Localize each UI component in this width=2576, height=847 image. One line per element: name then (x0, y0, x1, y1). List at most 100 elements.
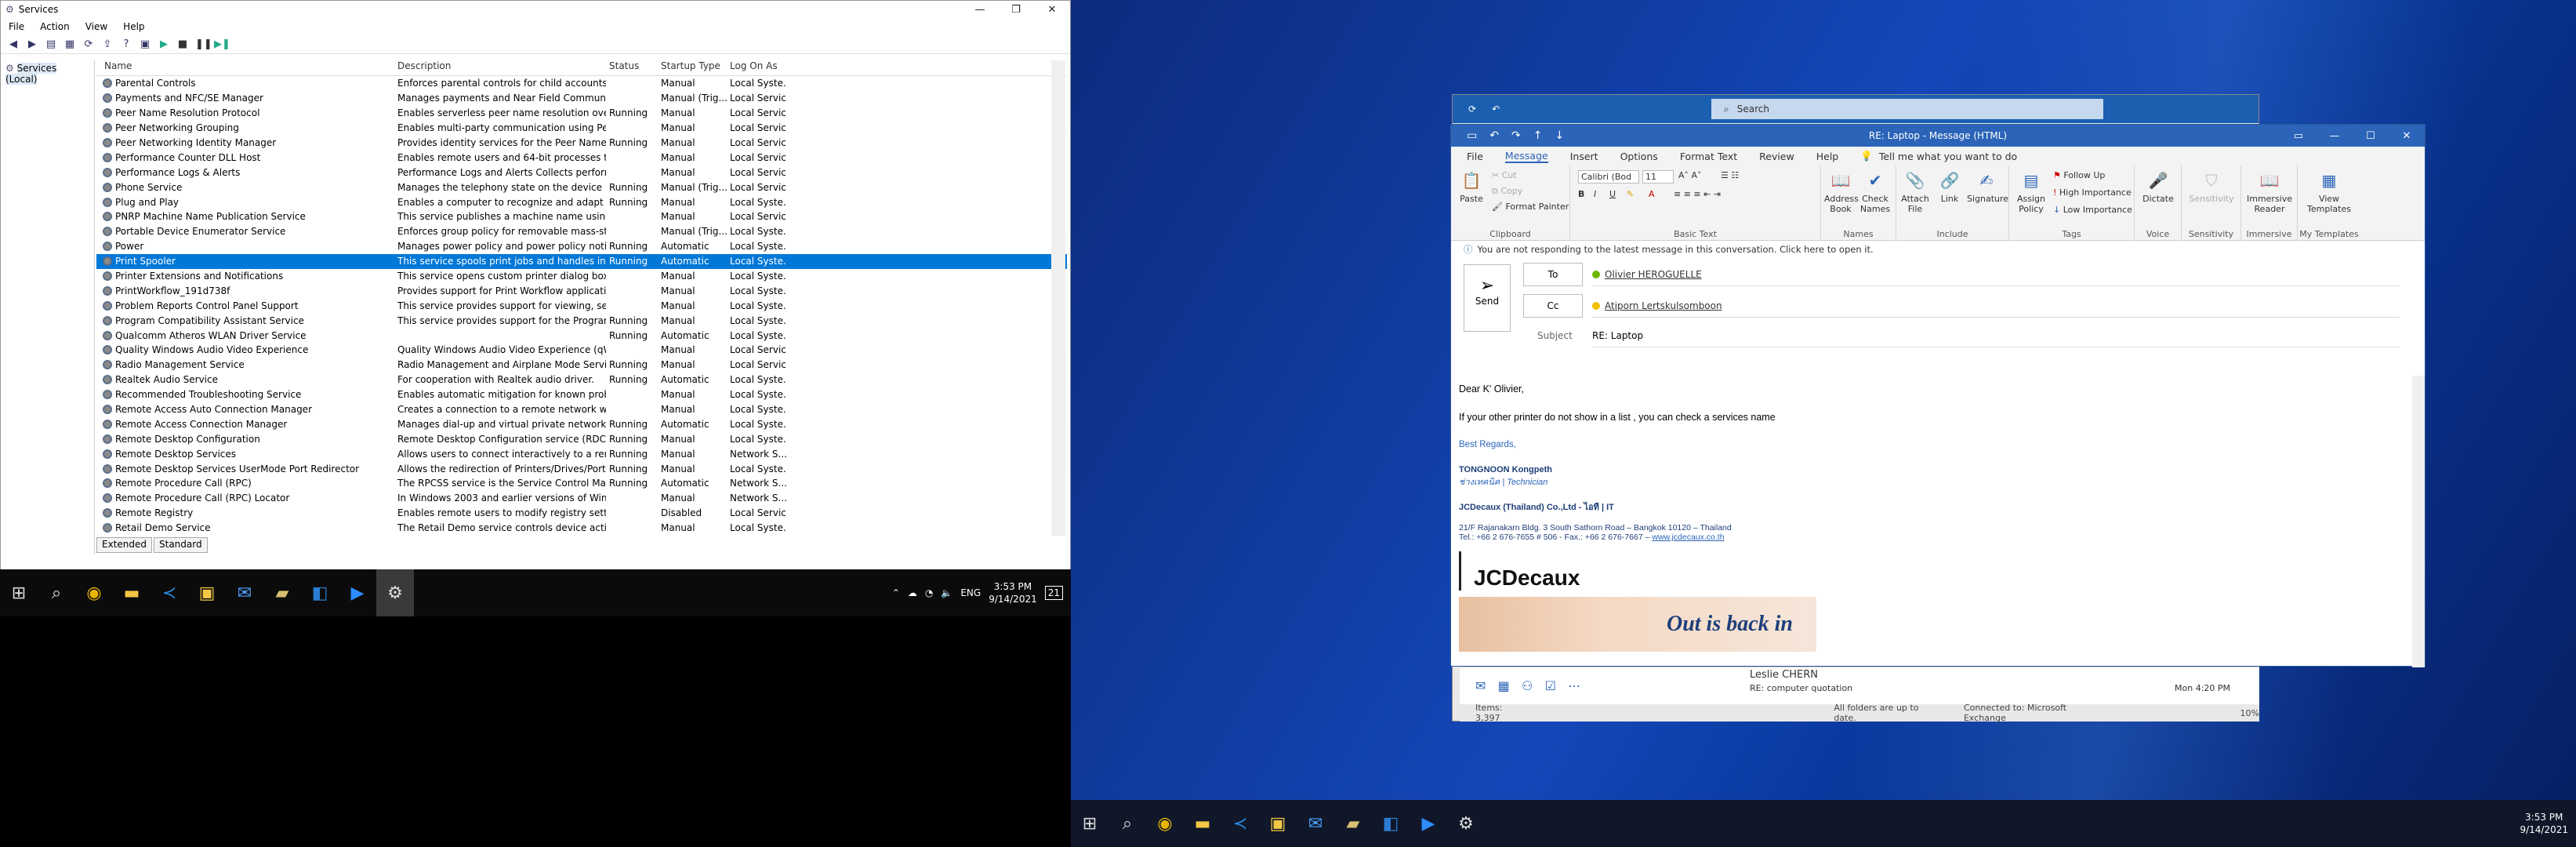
high-importance-button[interactable]: ! High Importance (2053, 187, 2132, 198)
table-row[interactable]: Quality Windows Audio Video Experience Qu… (96, 343, 1067, 358)
services-taskbar-icon[interactable]: ⚙ (1447, 800, 1485, 847)
table-row[interactable]: Payments and NFC/SE Manager Manages payme… (96, 91, 1067, 106)
cc-field[interactable]: Atiporn Lertskulsomboon (1592, 294, 2400, 318)
tab-message[interactable]: Message (1504, 150, 1548, 163)
mail-icon[interactable]: ✉ (226, 569, 263, 616)
table-row[interactable]: Remote Access Auto Connection Manager Cre… (96, 402, 1067, 417)
send-button[interactable]: ➢ Send (1464, 264, 1511, 332)
table-row[interactable]: Phone Service Manages the telephony state… (96, 180, 1067, 194)
stop-icon[interactable]: ■ (176, 38, 189, 50)
tab-extended[interactable]: Extended (96, 537, 152, 553)
pause-icon[interactable]: ❚❚ (195, 38, 212, 50)
vscode-icon[interactable]: ≺ (151, 569, 188, 616)
view-templates-button[interactable]: ▦ View Templates (2304, 169, 2354, 214)
services-taskbar-icon[interactable]: ⚙ (376, 569, 414, 616)
onedrive-icon[interactable]: ☁ (908, 587, 917, 598)
tab-file[interactable]: File (1467, 151, 1483, 162)
underline-button[interactable]: U (1609, 189, 1616, 199)
italic-button[interactable]: I (1594, 189, 1596, 199)
table-row[interactable]: Plug and Play Enables a computer to recog… (96, 194, 1067, 209)
folder-icon[interactable]: ▰ (1334, 800, 1372, 847)
minimize-button[interactable]: — (2317, 125, 2353, 147)
tab-help[interactable]: Help (1816, 151, 1839, 162)
table-row[interactable]: Program Compatibility Assistant Service T… (96, 313, 1067, 328)
low-importance-button[interactable]: ↓ Low Importance (2053, 205, 2132, 215)
nav-icons[interactable]: ✉ ▦ ⚇ ☑ ⋯ (1475, 678, 1580, 693)
copy-button[interactable]: ⧉ Copy (1492, 186, 1522, 197)
tab-standard[interactable]: Standard (154, 537, 208, 553)
outlook-icon[interactable]: ◧ (301, 569, 339, 616)
table-row[interactable]: Qualcomm Atheros WLAN Driver Service Runn… (96, 328, 1067, 343)
outlook-icon[interactable]: ◧ (1372, 800, 1410, 847)
chevron-up-icon[interactable]: ⌃ (892, 587, 900, 598)
mail-icon[interactable]: ✉ (1297, 800, 1334, 847)
message-scrollbar[interactable] (2412, 376, 2425, 667)
cc-recipient[interactable]: Atiporn Lertskulsomboon (1605, 300, 1722, 311)
maximize-button[interactable]: ☐ (2353, 125, 2389, 147)
col-status[interactable]: Status (606, 60, 658, 75)
properties-icon[interactable]: ▣ (139, 38, 151, 50)
font-size-select[interactable]: 11 (1642, 170, 1674, 184)
table-row[interactable]: Performance Counter DLL Host Enables remo… (96, 150, 1067, 165)
table-row[interactable]: Remote Procedure Call (RPC) The RPCSS ser… (96, 476, 1067, 491)
refresh-icon[interactable]: ⟳ (82, 38, 95, 50)
tab-review[interactable]: Review (1759, 151, 1794, 162)
font-select[interactable]: Calibri (Bod (1578, 170, 1639, 184)
menu-action[interactable]: Action (40, 21, 70, 32)
up-icon[interactable]: ▤ (45, 38, 57, 50)
menu-view[interactable]: View (85, 21, 107, 32)
table-row[interactable]: Problem Reports Control Panel Support Thi… (96, 298, 1067, 313)
info-bar[interactable]: ⓘ You are not responding to the latest m… (1451, 241, 2425, 258)
zoom-level[interactable]: 10% (2240, 708, 2259, 718)
file-explorer-icon[interactable]: ▬ (113, 569, 151, 616)
cc-button[interactable]: Cc (1523, 294, 1583, 318)
table-row[interactable]: Peer Name Resolution Protocol Enables ser… (96, 106, 1067, 121)
to-field[interactable]: Olivier HEROGUELLE (1592, 263, 2400, 286)
network-icon[interactable]: ◔ (925, 587, 933, 598)
undo-icon[interactable]: ↶ (1492, 104, 1500, 115)
close-button[interactable]: ✕ (1034, 1, 1070, 18)
col-logon[interactable]: Log On As (727, 60, 786, 75)
table-row[interactable]: Peer Networking Identity Manager Provides… (96, 136, 1067, 151)
clock[interactable]: 3:53 PM 9/14/2021 (2520, 811, 2568, 836)
vscode-icon[interactable]: ≺ (1221, 800, 1259, 847)
menu-file[interactable]: File (9, 21, 24, 32)
minimize-button[interactable]: — (962, 1, 998, 18)
check-names-button[interactable]: ✔ Check Names (1859, 169, 1892, 214)
clock[interactable]: 3:53 PM 9/14/2021 (989, 580, 1037, 605)
table-row[interactable]: Portable Device Enumerator Service Enforc… (96, 224, 1067, 239)
table-row[interactable]: Performance Logs & Alerts Performance Log… (96, 165, 1067, 180)
chrome-icon[interactable]: ◉ (75, 569, 113, 616)
store-icon[interactable]: ▣ (188, 569, 226, 616)
tab-options[interactable]: Options (1620, 151, 1658, 162)
highlight-icon[interactable]: ✎ (1627, 189, 1634, 199)
table-row[interactable]: Remote Access Connection Manager Manages … (96, 416, 1067, 431)
maximize-button[interactable]: ❐ (998, 1, 1034, 18)
table-row[interactable]: PNRP Machine Name Publication Service Thi… (96, 209, 1067, 224)
forward-icon[interactable]: ▶ (26, 38, 38, 50)
col-description[interactable]: Description (394, 60, 606, 75)
grow-font-icon[interactable]: A˄ A˅ (1678, 170, 1702, 180)
folder-icon[interactable]: ▰ (263, 569, 301, 616)
chrome-icon[interactable]: ◉ (1146, 800, 1184, 847)
mail-preview-row[interactable]: ✉ ▦ ⚇ ☑ ⋯ Leslie CHERN RE: computer quot… (1460, 667, 2259, 706)
table-row[interactable]: Peer Networking Grouping Enables multi-pa… (96, 121, 1067, 136)
dictate-button[interactable]: 🎤 Dictate (2141, 169, 2175, 204)
table-row[interactable]: Power Manages power policy and power poli… (96, 239, 1067, 254)
notification-badge[interactable]: 21 (1044, 586, 1063, 600)
sync-icon[interactable]: ⟳ (1468, 104, 1476, 115)
search-icon[interactable]: ⌕ (38, 569, 75, 616)
table-row[interactable]: Radio Management Service Radio Management… (96, 358, 1067, 373)
link-button[interactable]: 🔗 Link (1934, 169, 1965, 204)
table-row[interactable]: Parental Controls Enforces parental contr… (96, 76, 1067, 91)
col-name[interactable]: Name (96, 60, 394, 75)
table-row[interactable]: Retail Demo Service The Retail Demo servi… (96, 521, 1067, 536)
table-row[interactable]: Print Spooler This service spools print j… (96, 253, 1067, 269)
console-tree-icon[interactable]: ▦ (63, 38, 76, 50)
lang-indicator[interactable]: ENG (960, 587, 981, 598)
restart-icon[interactable]: ▶❚ (214, 38, 230, 50)
start-icon[interactable]: ▶ (158, 38, 170, 50)
tell-me-box[interactable]: Tell me what you want to do (1879, 151, 2017, 162)
subject-field[interactable]: RE: Laptop (1592, 324, 2400, 347)
to-button[interactable]: To (1523, 263, 1583, 286)
